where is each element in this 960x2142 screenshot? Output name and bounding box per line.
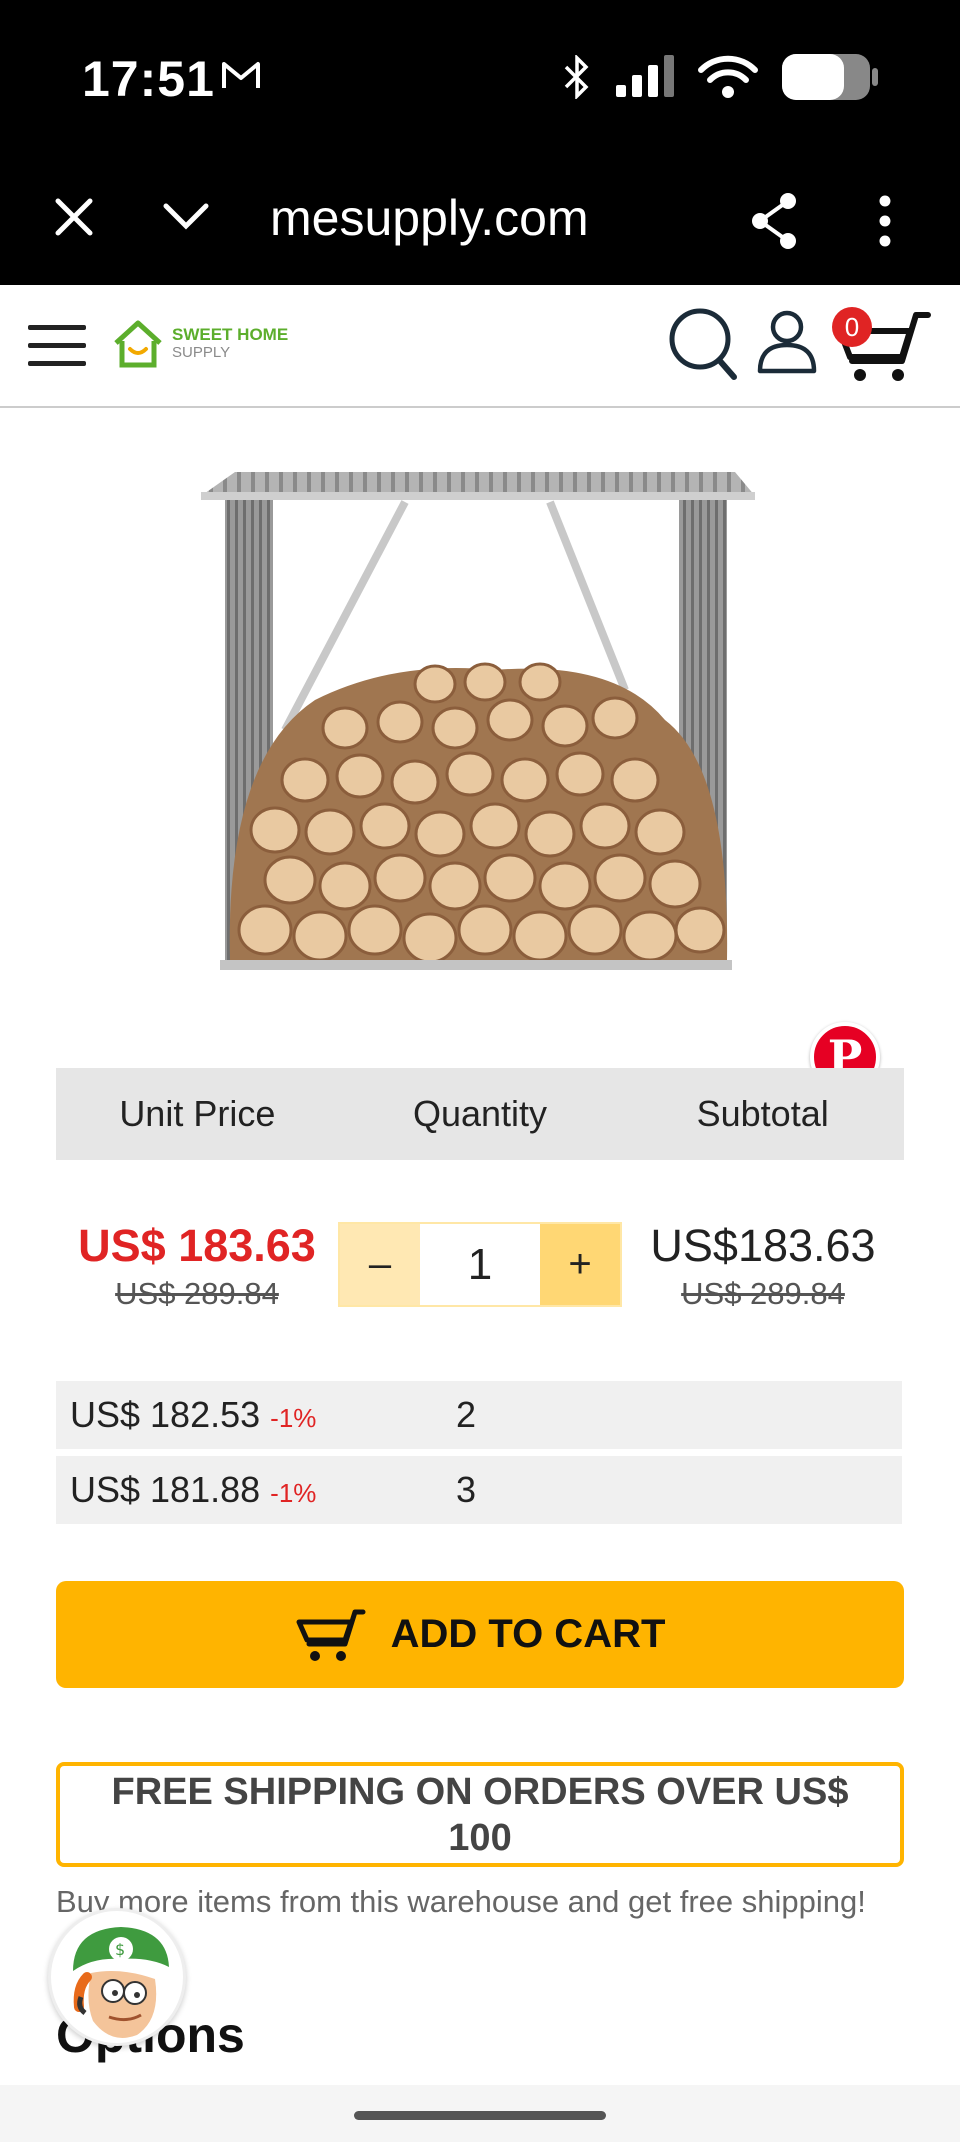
add-to-cart-label: ADD TO CART — [390, 1612, 666, 1656]
svg-text:$: $ — [115, 1940, 125, 1959]
price-row: US$ 183.63 US$ 289.84 – 1 + US$183.63 US… — [56, 1200, 904, 1320]
tier-discount: -1% — [270, 1478, 317, 1508]
header-subtotal: Subtotal — [696, 1093, 829, 1134]
site-logo[interactable]: SWEET HOME SUPPLY — [112, 319, 288, 369]
shipping-note: Buy more items from this warehouse and g… — [56, 1884, 866, 1919]
increase-quantity-button[interactable]: + — [540, 1224, 620, 1305]
price-table-header: Unit Price Quantity Subtotal — [56, 1068, 904, 1160]
gmail-icon — [222, 62, 260, 88]
status-bar: 17:51 — [0, 0, 960, 155]
home-indicator[interactable] — [354, 2111, 606, 2120]
unit-price-original: US$ 289.84 — [115, 1276, 279, 1311]
tier-discount: -1% — [270, 1403, 317, 1433]
house-logo-icon — [114, 320, 162, 368]
search-icon[interactable] — [668, 307, 740, 383]
unit-price: US$ 183.63 — [78, 1220, 316, 1271]
wifi-icon — [698, 55, 758, 98]
cart-icon — [296, 1609, 366, 1661]
status-time: 17:51 — [82, 51, 215, 107]
product-image — [201, 472, 755, 970]
menu-icon[interactable] — [28, 323, 88, 369]
logo-title: SWEET HOME — [172, 325, 289, 344]
browser-toolbar: mesupply.com — [0, 155, 960, 285]
free-shipping-banner: FREE SHIPPING ON ORDERS OVER US$ 100 — [56, 1762, 904, 1867]
account-icon[interactable] — [756, 309, 818, 375]
tier-price: US$ 182.53 — [70, 1394, 261, 1435]
quantity-input[interactable]: 1 — [420, 1224, 540, 1305]
add-to-cart-button[interactable]: ADD TO CART — [56, 1581, 904, 1688]
url-field[interactable]: mesupply.com — [270, 189, 589, 247]
header-unit-price: Unit Price — [119, 1093, 276, 1134]
subtotal-price: US$183.63 — [650, 1220, 876, 1271]
decrease-quantity-button[interactable]: – — [340, 1224, 420, 1305]
chevron-down-icon[interactable] — [162, 200, 210, 234]
site-header: SWEET HOME SUPPLY 0 — [0, 285, 960, 408]
quantity-stepper: – 1 + — [338, 1222, 622, 1307]
header-quantity: Quantity — [412, 1093, 548, 1134]
tier-row: US$ 181.88 -1% 3 — [56, 1456, 902, 1524]
system-icons — [562, 52, 880, 102]
support-chat-avatar[interactable]: $ — [48, 1908, 186, 2046]
battery-icon — [782, 54, 878, 100]
logo-subtitle: SUPPLY — [172, 344, 231, 361]
share-icon[interactable] — [748, 191, 800, 251]
tier-quantity: 3 — [456, 1469, 477, 1510]
tier-row: US$ 182.53 -1% 2 — [56, 1381, 902, 1449]
bluetooth-icon — [564, 55, 589, 99]
tier-price: US$ 181.88 — [70, 1469, 261, 1510]
support-agent-icon: $ — [73, 1927, 169, 2038]
close-icon[interactable] — [52, 195, 96, 239]
signal-icon — [616, 55, 674, 97]
cart-count-badge: 0 — [832, 307, 872, 347]
tier-quantity: 2 — [456, 1394, 477, 1435]
more-options-icon[interactable] — [875, 193, 895, 249]
subtotal-original: US$ 289.84 — [681, 1276, 845, 1311]
